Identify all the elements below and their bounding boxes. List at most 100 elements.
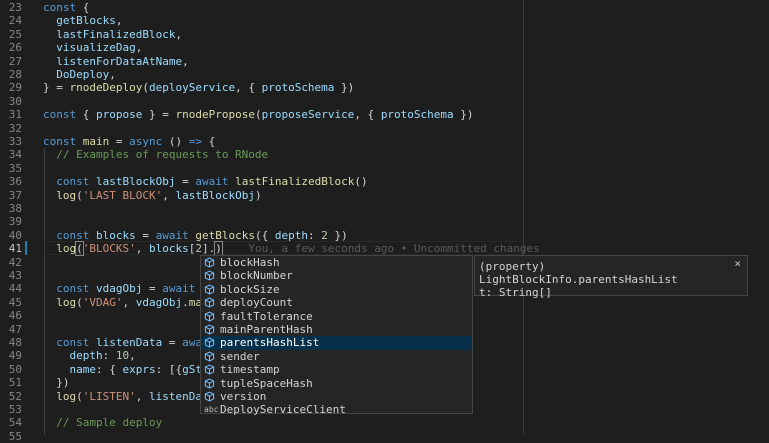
code-line[interactable]: 23 const { <box>0 1 769 14</box>
line-code: const listenData = await <box>43 336 215 349</box>
code-line[interactable]: 55 <box>0 430 769 443</box>
code-token: , { <box>354 108 381 122</box>
line-number: 38 <box>8 202 22 215</box>
code-token: listenData <box>96 336 163 349</box>
property-icon <box>204 324 215 335</box>
details-type: t: String[] <box>479 286 552 299</box>
line-number: 39 <box>8 215 22 229</box>
code-token: ) <box>214 241 223 257</box>
code-token: log <box>56 242 77 256</box>
line-number: 54 <box>8 416 22 430</box>
suggest-item[interactable]: tupleSpaceHash <box>201 377 472 390</box>
suggest-item[interactable]: timestamp <box>201 363 472 376</box>
code-line[interactable]: 39 <box>0 215 769 228</box>
code-token: , <box>162 188 176 202</box>
code-line[interactable]: 29} = rnodeDeploy(deployService, { proto… <box>0 81 769 94</box>
code-line[interactable]: 28 DoDeploy, <box>0 68 769 81</box>
code-line[interactable]: 38 <box>0 202 769 215</box>
code-token: await <box>162 282 196 296</box>
code-token: const <box>43 135 77 148</box>
suggest-item-label: deployCount <box>220 296 293 310</box>
code-token: const <box>43 108 77 122</box>
line-code: const lastBlockObj = await lastFinalized… <box>43 175 367 189</box>
line-code: depth: 10, <box>43 349 136 362</box>
code-token: , { <box>235 81 262 95</box>
code-line[interactable]: 41 log('BLOCKS', blocks[2].) You, a few … <box>0 241 769 257</box>
line-number: 25 <box>8 27 22 41</box>
code-line[interactable]: 27 listenForDataAtName, <box>0 55 769 68</box>
code-token: 'VDAG' <box>82 295 123 309</box>
line-number: 34 <box>8 148 22 162</box>
code-token: log <box>56 295 77 309</box>
suggest-item[interactable]: deployCount <box>201 296 472 309</box>
code-token: : [{ <box>155 362 183 376</box>
suggest-item[interactable]: parentsHashList <box>201 336 472 350</box>
code-token: const <box>56 282 90 296</box>
suggest-item[interactable]: blockSize <box>201 283 472 296</box>
suggest-item[interactable]: mainParentHash <box>201 323 472 336</box>
code-token: => <box>188 135 202 148</box>
code-line[interactable]: 24 getBlocks, <box>0 14 769 27</box>
code-token: log <box>56 188 77 202</box>
line-code: const { propose } = rnodePropose(propose… <box>43 108 474 121</box>
line-code: } = rnodeDeploy(deployService, { protoSc… <box>43 81 354 94</box>
code-token: ]. <box>201 242 216 256</box>
code-line[interactable]: 33 const main = async () => { <box>0 135 769 148</box>
close-icon[interactable]: × <box>734 257 741 270</box>
code-token: getBlocks <box>56 14 116 28</box>
code-token: You, a few seconds ago • Uncommitted cha… <box>248 242 540 256</box>
code-line[interactable]: 37 log('LAST BLOCK', lastBlockObj) <box>0 189 769 202</box>
code-token: 10 <box>115 349 130 363</box>
code-token: visualizeDag <box>56 41 136 55</box>
code-token: }) <box>327 228 348 242</box>
suggest-item[interactable]: blockHash <box>201 256 472 269</box>
code-line[interactable]: 35 <box>0 162 769 175</box>
line-code: visualizeDag, <box>43 41 142 54</box>
suggest-item[interactable]: sender <box>201 350 472 363</box>
code-token: ( <box>76 295 83 309</box>
code-token: name <box>69 362 97 376</box>
suggest-item-label: parentsHashList <box>220 336 320 350</box>
code-line[interactable]: 25 lastFinalizedBlock, <box>0 28 769 41</box>
code-line[interactable]: 30 <box>0 95 769 108</box>
code-line[interactable]: 36 const lastBlockObj = await lastFinali… <box>0 175 769 188</box>
line-number: 31 <box>8 108 22 122</box>
line-number: 47 <box>8 322 22 336</box>
code-line[interactable]: 40 const blocks = await getBlocks({ dept… <box>0 229 769 242</box>
code-token: DoDeploy <box>56 68 110 81</box>
code-token: = <box>142 282 163 296</box>
code-token: ( <box>142 81 149 95</box>
code-line[interactable]: 32 <box>0 122 769 135</box>
code-line[interactable]: 34 // Examples of requests to RNode <box>0 148 769 161</box>
line-code: // Sample deploy <box>43 416 162 429</box>
property-icon <box>204 337 215 348</box>
code-token: listenForDataAtName <box>56 54 183 68</box>
code-line[interactable]: 31 const { propose } = rnodePropose(propo… <box>0 108 769 121</box>
line-number: 42 <box>8 255 22 269</box>
suggest-item[interactable]: faultTolerance <box>201 310 472 323</box>
suggest-item[interactable]: abc DeployServiceClient <box>201 403 472 416</box>
suggest-widget[interactable]: blockHash blockNumber blockSize deployCount… <box>200 255 473 416</box>
suggest-item[interactable]: version <box>201 390 472 403</box>
code-token: , <box>135 41 143 55</box>
code-token: lastBlockObj <box>96 175 176 189</box>
suggest-item-label: faultTolerance <box>220 309 313 323</box>
code-token: , <box>129 349 136 363</box>
code-token: ( <box>75 241 84 257</box>
suggest-item-label: sender <box>220 349 260 363</box>
code-token: ( <box>76 389 83 403</box>
code-line[interactable]: 54 // Sample deploy <box>0 416 769 429</box>
code-token: , <box>135 242 149 256</box>
suggest-item[interactable]: blockNumber <box>201 269 472 282</box>
code-line[interactable]: 26 visualizeDag, <box>0 41 769 54</box>
line-number: 24 <box>8 14 22 28</box>
code-token: deployService <box>148 81 236 95</box>
